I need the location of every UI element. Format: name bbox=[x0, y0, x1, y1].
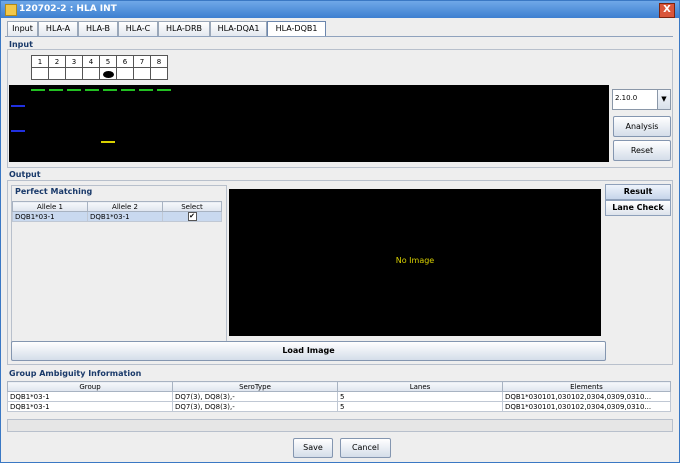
table-row[interactable]: DQB1*03-1 DQ7(3), DQ8(3),- 5 DQB1*030101… bbox=[7, 401, 671, 412]
tab-hla-c[interactable]: HLA-C bbox=[118, 21, 158, 36]
tab-hla-dqb1[interactable]: HLA-DQB1 bbox=[267, 21, 326, 37]
cancel-button[interactable]: Cancel bbox=[340, 438, 391, 458]
column-header-allele2[interactable]: Allele 2 bbox=[87, 201, 163, 212]
group-cell: DQB1*03-1 bbox=[7, 401, 173, 412]
gel-band-blue bbox=[11, 130, 25, 132]
select-cell: ✔ bbox=[162, 211, 222, 222]
column-header-select[interactable]: Select bbox=[162, 201, 222, 212]
reset-button[interactable]: Reset bbox=[613, 140, 671, 161]
serotype-cell: DQ7(3), DQ8(3),- bbox=[172, 401, 338, 412]
output-section-label: Output bbox=[9, 170, 41, 179]
allele1-cell: DQB1*03-1 bbox=[12, 211, 88, 222]
table-row[interactable]: DQB1*03-1 DQ7(3), DQ8(3),- 5 DQB1*030101… bbox=[7, 391, 671, 402]
gel-band-green bbox=[139, 89, 153, 91]
group-ambiguity-title: Group Ambiguity Information bbox=[9, 369, 142, 378]
serotype-cell: DQ7(3), DQ8(3),- bbox=[172, 391, 338, 402]
select-checkbox[interactable]: ✔ bbox=[187, 212, 197, 221]
lane-header: 8 bbox=[150, 55, 168, 68]
elements-cell: DQB1*030101,030102,0304,0309,0310... bbox=[502, 391, 671, 402]
perfect-matching-table: Allele 1 Allele 2 Select DQB1*03-1 DQB1*… bbox=[12, 201, 222, 222]
close-button[interactable]: X bbox=[659, 3, 675, 18]
app-icon bbox=[5, 4, 17, 16]
gel-image bbox=[9, 85, 609, 162]
elements-cell: DQB1*030101,030102,0304,0309,0310... bbox=[502, 401, 671, 412]
tab-hla-dqa1[interactable]: HLA-DQA1 bbox=[210, 21, 267, 36]
column-header-group[interactable]: Group bbox=[7, 381, 173, 392]
save-button[interactable]: Save bbox=[293, 438, 333, 458]
column-header-lanes[interactable]: Lanes bbox=[337, 381, 503, 392]
group-cell: DQB1*03-1 bbox=[7, 391, 173, 402]
window-title: 120702-2 : HLA INT bbox=[19, 4, 117, 14]
lane-header: 4 bbox=[82, 55, 100, 68]
gel-band-green bbox=[103, 89, 117, 91]
column-header-allele1[interactable]: Allele 1 bbox=[12, 201, 88, 212]
lane-cell[interactable] bbox=[150, 67, 168, 80]
tab-result[interactable]: Result bbox=[605, 184, 671, 200]
table-scroll-area bbox=[7, 419, 673, 432]
dropdown-arrow-icon[interactable]: ▼ bbox=[657, 90, 670, 109]
lane-cell[interactable] bbox=[133, 67, 151, 80]
column-header-elements[interactable]: Elements bbox=[502, 381, 671, 392]
no-image-message: No Image bbox=[395, 256, 435, 265]
gel-band-green bbox=[49, 89, 63, 91]
lane-cell[interactable] bbox=[116, 67, 134, 80]
tab-lane-check[interactable]: Lane Check bbox=[605, 200, 671, 216]
lane-header: 3 bbox=[65, 55, 83, 68]
lane-marker-dot bbox=[102, 70, 114, 78]
title-bar: 120702-2 : HLA INT X bbox=[1, 1, 679, 18]
lanes-cell: 5 bbox=[337, 391, 503, 402]
tab-input[interactable]: Input bbox=[7, 21, 38, 36]
group-ambiguity-table: Group SeroType Lanes Elements DQB1*03-1 … bbox=[7, 381, 671, 412]
lane-cell[interactable] bbox=[82, 67, 100, 80]
lane-header: 7 bbox=[133, 55, 151, 68]
gel-band-blue bbox=[11, 105, 25, 107]
lanes-cell: 5 bbox=[337, 401, 503, 412]
load-image-button[interactable]: Load Image bbox=[11, 341, 606, 361]
lane-cell-selected[interactable] bbox=[99, 67, 117, 80]
column-header-serotype[interactable]: SeroType bbox=[172, 381, 338, 392]
tab-divider bbox=[5, 36, 673, 37]
tab-hla-a[interactable]: HLA-A bbox=[38, 21, 78, 36]
version-value: 2.10.0 bbox=[615, 94, 638, 102]
result-image-area: No Image bbox=[229, 189, 601, 336]
table-row[interactable]: DQB1*03-1 DQB1*03-1 ✔ bbox=[12, 211, 222, 222]
main-window: 120702-2 : HLA INT X Input HLA-A HLA-B H… bbox=[0, 0, 680, 463]
lane-header: 6 bbox=[116, 55, 134, 68]
lane-cell[interactable] bbox=[48, 67, 66, 80]
lane-header: 5 bbox=[99, 55, 117, 68]
tab-hla-b[interactable]: HLA-B bbox=[78, 21, 118, 36]
lane-cell[interactable] bbox=[65, 67, 83, 80]
lane-header: 2 bbox=[48, 55, 66, 68]
version-select[interactable]: 2.10.0 ▼ bbox=[612, 89, 671, 110]
analysis-button[interactable]: Analysis bbox=[613, 116, 671, 137]
gel-band-green bbox=[31, 89, 45, 91]
gel-band-yellow bbox=[101, 141, 115, 143]
gel-band-green bbox=[85, 89, 99, 91]
tab-hla-drb[interactable]: HLA-DRB bbox=[158, 21, 210, 36]
lane-header: 1 bbox=[31, 55, 49, 68]
lane-cell[interactable] bbox=[31, 67, 49, 80]
input-section-label: Input bbox=[9, 40, 33, 49]
gel-band-green bbox=[67, 89, 81, 91]
lane-table: 1 2 3 4 5 6 7 8 bbox=[31, 55, 168, 80]
perfect-matching-title: Perfect Matching bbox=[15, 187, 93, 196]
allele2-cell: DQB1*03-1 bbox=[87, 211, 163, 222]
gel-band-green bbox=[157, 89, 171, 91]
gel-band-green bbox=[121, 89, 135, 91]
